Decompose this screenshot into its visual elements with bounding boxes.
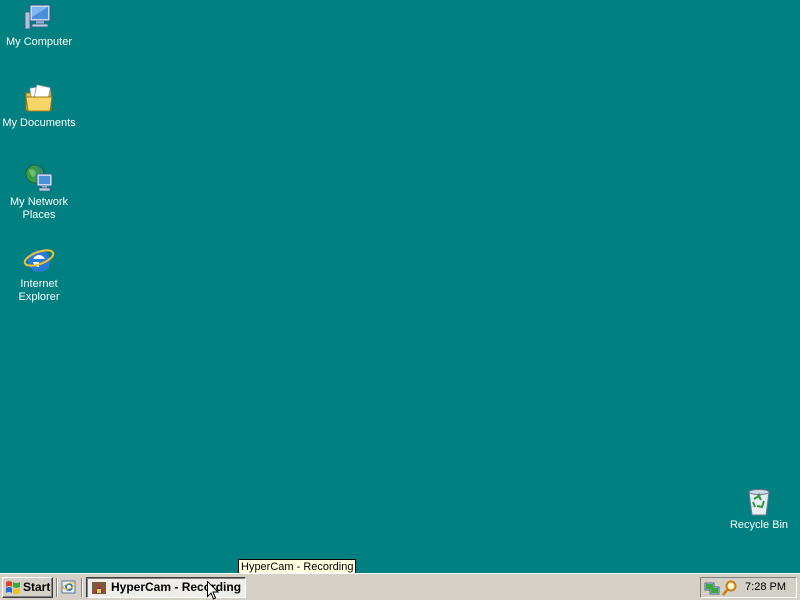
my-network-places-icon — [25, 164, 53, 192]
recycle-bin-icon — [748, 489, 770, 516]
taskbar-separator — [81, 578, 83, 597]
search-tray-icon[interactable] — [722, 580, 738, 596]
task-button-hypercam[interactable]: HyperCam - Recording — [86, 577, 246, 598]
show-desktop-ie-icon[interactable] — [61, 579, 77, 595]
internet-explorer-icon — [23, 249, 55, 272]
desktop-icon-label: My Computer — [5, 36, 73, 48]
desktop-icon-label: Internet Explorer — [18, 278, 60, 303]
network-tray-icon[interactable] — [704, 580, 720, 596]
taskbar-separator — [56, 578, 58, 597]
desktop-icon-label: Recycle Bin — [729, 519, 789, 531]
my-documents-icon — [25, 84, 53, 112]
start-label: Start — [23, 580, 51, 594]
windows-flag-icon — [6, 581, 20, 594]
hypercam-icon — [92, 582, 106, 594]
desktop-icon-recycle-bin[interactable]: Recycle Bin — [720, 485, 798, 532]
desktop-icon-internet-explorer[interactable]: Internet Explorer — [0, 244, 78, 304]
desktop-icon-my-network-places[interactable]: My Network Places — [0, 162, 78, 222]
my-computer-icon — [24, 4, 51, 30]
task-button-label: HyperCam - Recording — [111, 580, 242, 594]
desktop-icon-my-documents[interactable]: My Documents — [0, 83, 78, 130]
system-tray: 7:28 PM — [700, 577, 797, 598]
desktop-icon-label: My Documents — [2, 117, 76, 129]
desktop-icon-label: My Network Places — [9, 196, 69, 221]
tray-clock[interactable]: 7:28 PM — [745, 578, 786, 597]
desktop-icon-my-computer[interactable]: My Computer — [0, 2, 78, 49]
start-button[interactable]: Start — [2, 577, 53, 598]
taskbar: Start HyperCam - Recording 7:28 PM — [0, 573, 800, 600]
